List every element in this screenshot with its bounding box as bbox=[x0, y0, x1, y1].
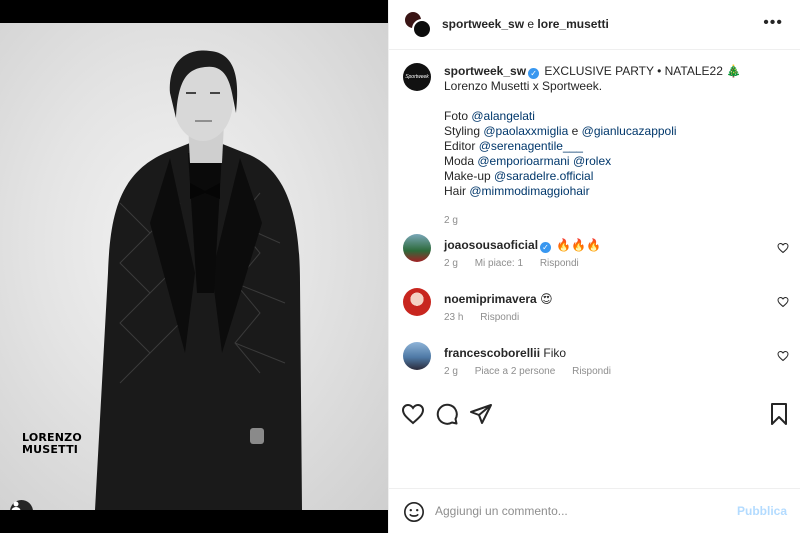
reply-button[interactable]: Rispondi bbox=[572, 366, 611, 377]
verified-badge-icon: ✓ bbox=[540, 242, 552, 253]
caption-text: sportweek_sw ✓ EXCLUSIVE PARTY • NATALE22… bbox=[444, 64, 764, 199]
avatar-logo-text: Sportweek bbox=[405, 74, 429, 80]
avatar bbox=[412, 19, 432, 39]
comment-input[interactable] bbox=[435, 499, 725, 523]
comment-meta: 23 h Rispondi bbox=[444, 312, 533, 323]
caption-line-2: Lorenzo Musetti x Sportweek. bbox=[444, 79, 603, 93]
comment-text: francescoborellii Fiko bbox=[444, 346, 764, 361]
avatar[interactable]: Sportweek bbox=[403, 63, 431, 91]
author-link-1[interactable]: sportweek_sw bbox=[442, 17, 524, 31]
credit-line: Styling @paolaxxmiglia e @gianlucazappol… bbox=[444, 124, 764, 139]
caption-username[interactable]: sportweek_sw bbox=[444, 64, 526, 78]
post-header: sportweek_sw e lore_musetti ••• bbox=[389, 0, 800, 50]
reply-button[interactable]: Rispondi bbox=[480, 312, 519, 323]
mention-link[interactable]: @gianlucazappoli bbox=[582, 124, 677, 138]
like-heart-icon[interactable] bbox=[401, 402, 425, 426]
mention-link[interactable]: @saradelre.official bbox=[494, 169, 593, 183]
avatar[interactable] bbox=[403, 288, 431, 316]
comment-timestamp[interactable]: 2 g bbox=[444, 258, 458, 269]
reply-button[interactable]: Rispondi bbox=[540, 258, 579, 269]
comment-text: joaosousaoficial ✓ 🔥🔥🔥 bbox=[444, 238, 764, 253]
credit-label: Styling bbox=[444, 124, 481, 138]
caption-meta: 2 g bbox=[444, 215, 472, 226]
collab-avatars[interactable] bbox=[403, 10, 433, 40]
mention-link[interactable]: @emporioarmani bbox=[477, 154, 569, 168]
like-comment-heart-icon[interactable] bbox=[777, 296, 789, 308]
comment-content: 😍 bbox=[540, 292, 553, 306]
add-comment-bar: Pubblica bbox=[389, 488, 800, 533]
comment-bubble-icon[interactable] bbox=[435, 402, 459, 426]
emoji-icon[interactable] bbox=[403, 501, 425, 523]
caption-last-name: MUSETTI bbox=[22, 443, 79, 456]
user-icon bbox=[11, 501, 21, 510]
credit-line: Editor @serenagentile___ bbox=[444, 139, 764, 154]
like-comment-heart-icon[interactable] bbox=[777, 242, 789, 254]
post-photo[interactable]: LORENZO MUSETTI bbox=[0, 23, 388, 510]
comments-scroll-area[interactable]: Sportweek sportweek_sw ✓ EXCLUSIVE PARTY … bbox=[389, 51, 800, 391]
authors-connector: e bbox=[527, 17, 535, 31]
mention-link[interactable]: @mimmodimaggiohair bbox=[469, 184, 589, 198]
credit-line: Make-up @saradelre.official bbox=[444, 169, 764, 184]
avatar[interactable] bbox=[403, 342, 431, 370]
comment-likes[interactable]: Piace a 2 persone bbox=[475, 366, 556, 377]
credit-label: Editor bbox=[444, 139, 476, 153]
like-comment-heart-icon[interactable] bbox=[777, 350, 789, 362]
save-bookmark-icon[interactable] bbox=[767, 402, 791, 426]
credit-label: Make-up bbox=[444, 169, 491, 183]
post-side-panel: sportweek_sw e lore_musetti ••• Sportwee… bbox=[388, 0, 800, 533]
credit-line: Foto @alangelati bbox=[444, 109, 764, 124]
author-link-2[interactable]: lore_musetti bbox=[537, 17, 608, 31]
verified-badge-icon: ✓ bbox=[528, 68, 540, 79]
mention-link[interactable]: @serenagentile___ bbox=[479, 139, 583, 153]
comment-username[interactable]: noemiprimavera bbox=[444, 292, 537, 306]
credit-line: Moda @emporioarmani @rolex bbox=[444, 154, 764, 169]
caption-line-1: EXCLUSIVE PARTY • NATALE22 🎄 bbox=[544, 64, 742, 78]
comment-content: Fiko bbox=[543, 346, 567, 360]
comment-likes[interactable]: Mi piace: 1 bbox=[475, 258, 523, 269]
avatar[interactable] bbox=[403, 234, 431, 262]
credit-joiner: e bbox=[571, 124, 579, 138]
caption-timestamp[interactable]: 2 g bbox=[444, 215, 458, 226]
post-actions bbox=[389, 397, 800, 437]
post-media: LORENZO MUSETTI bbox=[0, 0, 388, 533]
publish-button[interactable]: Pubblica bbox=[737, 504, 787, 518]
post-authors: sportweek_sw e lore_musetti bbox=[442, 17, 609, 31]
mention-link[interactable]: @rolex bbox=[573, 154, 611, 168]
credit-line: Hair @mimmodimaggiohair bbox=[444, 184, 764, 199]
more-options-icon[interactable]: ••• bbox=[763, 14, 783, 32]
comment-username[interactable]: francescoborellii bbox=[444, 346, 540, 360]
mention-link[interactable]: @paolaxxmiglia bbox=[483, 124, 568, 138]
credit-label: Hair bbox=[444, 184, 467, 198]
comment-timestamp[interactable]: 2 g bbox=[444, 366, 458, 377]
comment-meta: 2 g Piace a 2 persone Rispondi bbox=[444, 366, 625, 377]
comment-text: noemiprimavera 😍 bbox=[444, 292, 764, 307]
comment-timestamp[interactable]: 23 h bbox=[444, 312, 463, 323]
photo-caption: LORENZO MUSETTI bbox=[22, 432, 82, 456]
comment-username[interactable]: joaosousaoficial bbox=[444, 238, 538, 252]
comment-content: 🔥🔥🔥 bbox=[556, 238, 602, 252]
credit-label: Moda bbox=[444, 154, 475, 168]
comment-meta: 2 g Mi piace: 1 Rispondi bbox=[444, 258, 593, 269]
credit-label: Foto bbox=[444, 109, 469, 123]
share-paper-plane-icon[interactable] bbox=[469, 402, 493, 426]
mention-link[interactable]: @alangelati bbox=[471, 109, 535, 123]
